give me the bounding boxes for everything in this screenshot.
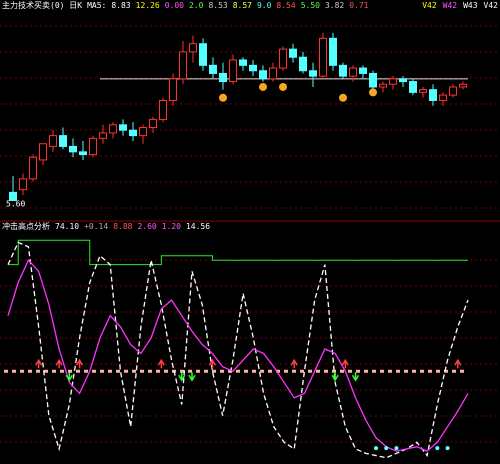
candle-body[interactable]: [419, 89, 427, 93]
candle-body[interactable]: [379, 83, 387, 88]
candle-body[interactable]: [249, 64, 257, 72]
sell-signal-arrow: [290, 358, 298, 369]
buy-signal-arrow: [331, 372, 339, 382]
sell-signal-arrow: [454, 358, 462, 369]
indicator-line-white[interactable]: [7, 241, 469, 459]
candle-body[interactable]: [349, 67, 357, 77]
candle-body[interactable]: [229, 59, 237, 83]
candle-body[interactable]: [459, 83, 467, 88]
signal-marker: [259, 82, 267, 91]
candle-body[interactable]: [299, 56, 307, 72]
candle-body[interactable]: [359, 67, 367, 74]
bottom-signal-dot: [394, 446, 399, 451]
candle-body[interactable]: [159, 99, 167, 120]
bottom-signal-dot: [435, 446, 440, 451]
candle-body[interactable]: [49, 135, 57, 147]
candle-body[interactable]: [199, 43, 207, 66]
candle-body[interactable]: [309, 70, 317, 77]
candle-body[interactable]: [19, 178, 27, 191]
candle-body[interactable]: [319, 37, 327, 77]
candle-body[interactable]: [29, 156, 37, 180]
candle-body[interactable]: [79, 151, 87, 156]
candle-body[interactable]: [329, 37, 337, 66]
buy-signal-arrow: [351, 372, 360, 382]
candle-body[interactable]: [149, 118, 157, 129]
signal-marker: [279, 82, 287, 91]
candle-body[interactable]: [269, 67, 277, 80]
candle-body[interactable]: [289, 48, 297, 58]
candle-body[interactable]: [139, 127, 147, 137]
candle-body[interactable]: [129, 129, 137, 137]
candle-body[interactable]: [59, 135, 67, 147]
candle-body[interactable]: [409, 81, 417, 93]
indicator-panel[interactable]: [4, 239, 469, 459]
candle-body[interactable]: [169, 78, 177, 101]
candle-body[interactable]: [99, 132, 107, 139]
candle-body[interactable]: [449, 86, 457, 96]
bottom-signal-dot: [374, 446, 378, 451]
candle-body[interactable]: [89, 137, 97, 156]
candle-body[interactable]: [119, 124, 127, 131]
buy-signal-arrow: [188, 372, 196, 382]
sell-signal-arrow: [55, 358, 63, 369]
candle-body[interactable]: [339, 64, 347, 77]
bottom-signal-dot: [384, 446, 389, 451]
candle-body[interactable]: [189, 43, 197, 53]
candle-body[interactable]: [179, 51, 187, 80]
signal-marker: [339, 93, 347, 102]
candle-body[interactable]: [109, 124, 117, 134]
stock-chart[interactable]: 5.60: [0, 0, 500, 464]
candle-body[interactable]: [39, 143, 47, 161]
candle-body[interactable]: [239, 59, 247, 66]
sell-signal-arrow: [35, 358, 43, 369]
sell-signal-arrow: [75, 358, 84, 369]
signal-marker: [369, 88, 377, 97]
indicator-line-magenta[interactable]: [7, 259, 469, 452]
step-line: [8, 239, 468, 266]
bottom-signal-dot: [445, 446, 450, 451]
candle-body[interactable]: [399, 78, 407, 83]
candle-body[interactable]: [429, 89, 437, 101]
candle-body[interactable]: [439, 94, 447, 101]
sell-signal-arrow: [157, 358, 165, 369]
candle-body[interactable]: [219, 72, 227, 83]
candle-body[interactable]: [279, 48, 287, 69]
signal-marker: [219, 93, 227, 102]
candle-body[interactable]: [209, 64, 217, 74]
price-low-label: 5.60: [6, 199, 25, 208]
candle-body[interactable]: [69, 145, 77, 153]
chart-grid: [0, 25, 500, 443]
candle-body[interactable]: [369, 72, 377, 88]
candle-body[interactable]: [259, 70, 267, 80]
candle-body[interactable]: [389, 78, 397, 85]
